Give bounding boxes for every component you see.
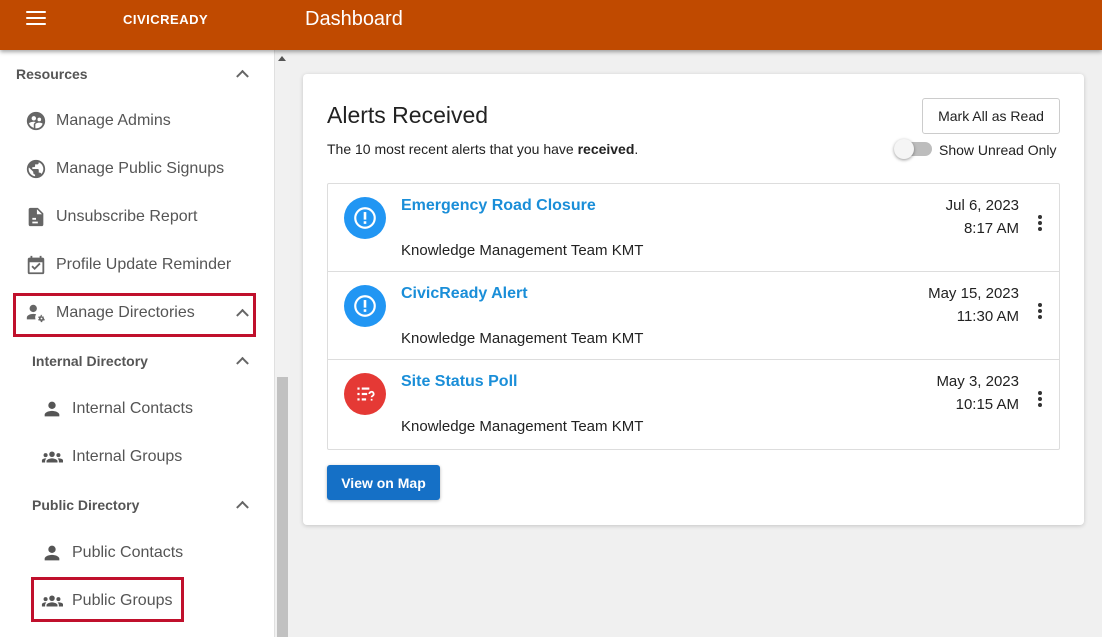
alerts-received-card: Alerts Received The 10 most recent alert… — [303, 74, 1084, 525]
sidebar-item-label: Unsubscribe Report — [56, 208, 198, 225]
chevron-up-icon — [236, 356, 249, 370]
alert-title-link[interactable]: Site Status Poll — [401, 373, 517, 391]
menu-icon[interactable] — [26, 11, 46, 27]
sidebar-section-label: Internal Directory — [32, 353, 148, 369]
admins-icon — [25, 110, 47, 132]
report-icon — [25, 206, 47, 228]
alert-exclamation-icon — [344, 197, 386, 239]
alert-time: 10:15 AM — [955, 396, 1019, 413]
sidebar-scrollbar[interactable] — [275, 50, 290, 637]
toggle-knob — [894, 139, 914, 159]
alert-time: 8:17 AM — [963, 220, 1019, 237]
scrollbar-thumb[interactable] — [277, 377, 288, 637]
list-item: CivicReady Alert Knowledge Management Te… — [328, 272, 1059, 360]
group-icon — [41, 446, 63, 468]
sidebar-item-internal-groups[interactable]: Internal Groups — [0, 437, 274, 477]
sidebar: Resources Manage Admins Manage Public Si… — [0, 50, 275, 637]
calendar-check-icon — [25, 254, 47, 276]
alert-date: May 15, 2023 — [928, 285, 1019, 302]
sidebar-item-manage-admins[interactable]: Manage Admins — [0, 101, 274, 141]
subtitle-text: The 10 most recent alerts that you have — [327, 141, 578, 157]
sidebar-item-label: Manage Public Signups — [56, 160, 225, 177]
sidebar-item-manage-public-signups[interactable]: Manage Public Signups — [0, 149, 274, 189]
globe-icon — [25, 158, 47, 180]
alert-sender: Knowledge Management Team KMT — [401, 330, 644, 347]
sidebar-item-label: Profile Update Reminder — [56, 256, 232, 273]
highlight-manage-directories — [13, 293, 256, 337]
person-icon — [41, 398, 63, 420]
sidebar-section-resources[interactable]: Resources — [0, 54, 274, 94]
alert-sender: Knowledge Management Team KMT — [401, 242, 644, 259]
sidebar-section-public-directory[interactable]: Public Directory — [0, 485, 274, 525]
app-logo[interactable]: CIVICREADY — [123, 12, 208, 27]
mark-all-read-button[interactable]: Mark All as Read — [922, 98, 1060, 134]
sidebar-item-profile-update-reminder[interactable]: Profile Update Reminder — [0, 245, 274, 285]
sidebar-item-label: Internal Contacts — [72, 400, 193, 417]
alerts-list: Emergency Road Closure Knowledge Managem… — [327, 183, 1060, 450]
show-unread-label: Show Unread Only — [939, 142, 1057, 158]
card-subtitle: The 10 most recent alerts that you have … — [327, 141, 638, 157]
subtitle-bold: received — [577, 141, 635, 157]
sidebar-section-label: Public Directory — [32, 497, 140, 513]
alert-exclamation-icon — [344, 285, 386, 327]
subtitle-suffix: . — [634, 141, 639, 157]
highlight-public-groups — [31, 577, 184, 622]
alert-title-link[interactable]: CivicReady Alert — [401, 285, 528, 303]
alert-title-link[interactable]: Emergency Road Closure — [401, 197, 596, 215]
sidebar-section-internal-directory[interactable]: Internal Directory — [0, 341, 274, 381]
alert-date: Jul 6, 2023 — [945, 197, 1019, 214]
more-options-icon[interactable] — [1037, 391, 1043, 409]
view-on-map-button[interactable]: View on Map — [327, 465, 440, 500]
sidebar-item-label: Public Contacts — [72, 544, 184, 561]
sidebar-item-internal-contacts[interactable]: Internal Contacts — [0, 389, 274, 429]
chevron-up-icon — [236, 500, 249, 514]
alert-time: 11:30 AM — [956, 308, 1019, 325]
alert-date: May 3, 2023 — [936, 373, 1019, 390]
sidebar-item-public-contacts[interactable]: Public Contacts — [0, 533, 274, 573]
scroll-up-arrow-icon[interactable] — [278, 56, 286, 61]
more-options-icon[interactable] — [1037, 303, 1043, 321]
sidebar-item-label: Internal Groups — [72, 448, 183, 465]
person-icon — [41, 542, 63, 564]
alert-sender: Knowledge Management Team KMT — [401, 418, 644, 435]
sidebar-item-label: Manage Admins — [56, 112, 171, 129]
sidebar-section-label: Resources — [16, 66, 88, 82]
list-item: Site Status Poll Knowledge Management Te… — [328, 360, 1059, 448]
chevron-up-icon — [236, 69, 249, 83]
list-item: Emergency Road Closure Knowledge Managem… — [328, 184, 1059, 272]
show-unread-toggle[interactable] — [894, 139, 932, 159]
poll-icon — [344, 373, 386, 415]
sidebar-item-unsubscribe-report[interactable]: Unsubscribe Report — [0, 197, 274, 237]
top-app-bar: CIVICREADY Dashboard — [0, 0, 1102, 50]
more-options-icon[interactable] — [1037, 215, 1043, 233]
card-title: Alerts Received — [327, 102, 489, 128]
page-title: Dashboard — [305, 8, 403, 30]
